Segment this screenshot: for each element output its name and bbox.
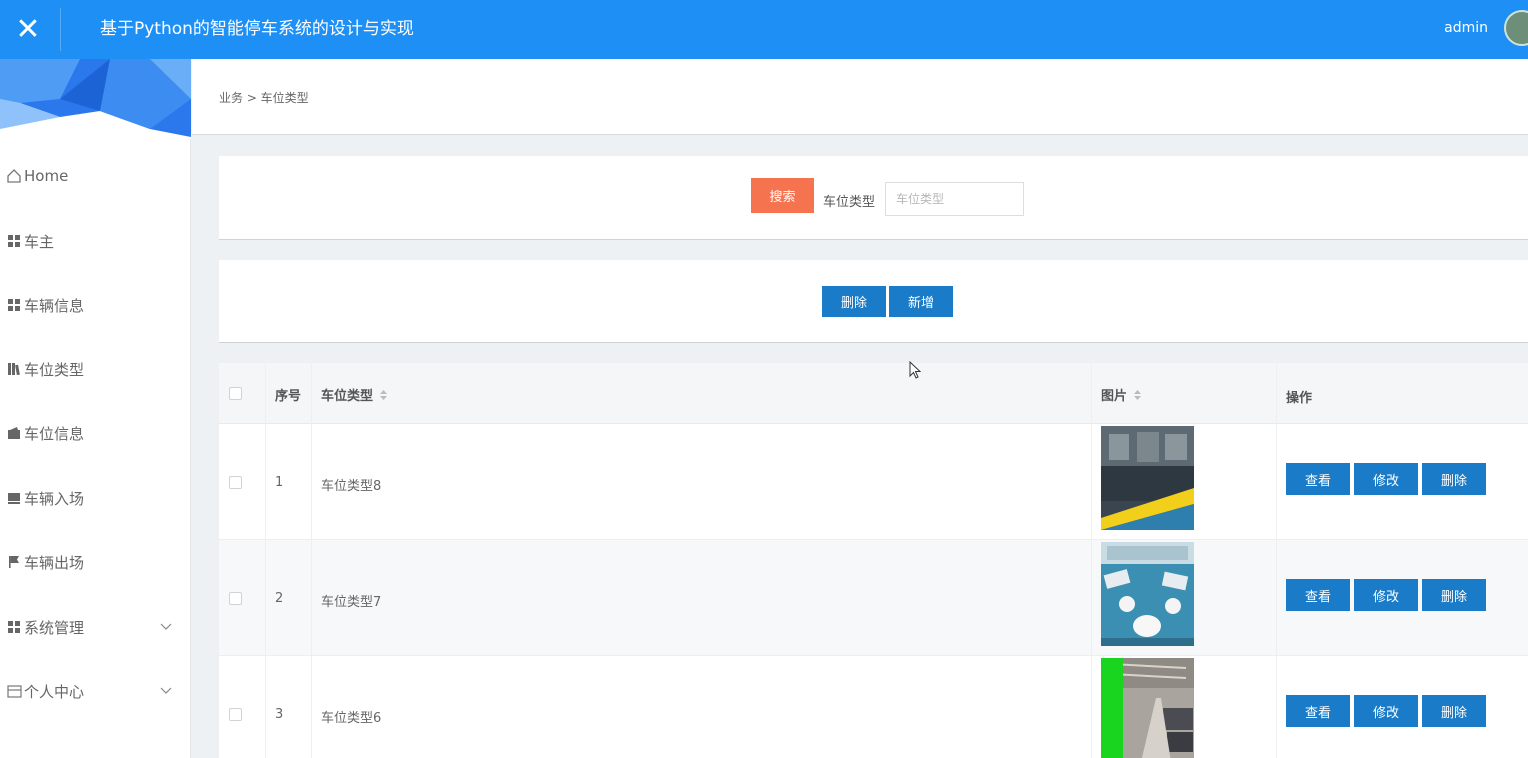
column-divider [1091,363,1092,758]
header-divider [60,8,61,51]
table-row: 2 车位类型7 查看 修改 删除 [219,540,1528,656]
sidebar-item-personal-center[interactable]: 个人中心 [0,671,191,711]
parking-illustration[interactable] [1101,542,1194,646]
sidebar-item-system-management[interactable]: 系统管理 [0,607,191,647]
grid-icon [5,232,23,250]
breadcrumb-bar: 业务 > 车位类型 [192,59,1528,135]
sidebar-item-vehicle-entry[interactable]: 车辆入场 [0,478,191,518]
sidebar-banner [0,59,191,139]
card-icon [5,682,23,700]
sort-icon[interactable] [379,389,388,401]
column-header-index: 序号 [275,385,301,404]
breadcrumb: 业务 > 车位类型 [219,91,309,105]
row-checkbox[interactable] [229,476,242,489]
edit-button[interactable]: 修改 [1354,463,1418,495]
select-all-checkbox[interactable] [229,387,242,400]
column-header-image[interactable]: 图片 [1101,385,1142,404]
view-button[interactable]: 查看 [1286,579,1350,611]
search-button[interactable]: 搜索 [751,178,814,213]
table-row: 3 车位类型6 查看 修改 删除 [219,656,1528,758]
sidebar: Home 车主 车辆信息 车位类型 车位信息 车辆入场 车辆出场 系统管理 个人… [0,59,191,758]
mouse-cursor-icon [909,361,921,379]
wallet-icon [5,424,23,442]
column-divider [265,363,266,758]
view-button[interactable]: 查看 [1286,463,1350,495]
garage-photo[interactable] [1101,658,1194,758]
column-header-label: 车位类型 [321,389,374,404]
action-panel: 删除 新增 [219,260,1528,343]
delete-button[interactable]: 删除 [1422,463,1486,495]
column-header-label: 图片 [1101,389,1128,404]
row-index: 3 [275,707,284,722]
grid-icon [5,296,23,314]
row-checkbox[interactable] [229,592,242,605]
row-index: 1 [275,475,284,490]
table-header: 序号 车位类型 图片 操作 [219,363,1528,424]
top-bar: ✕ 基于Python的智能停车系统的设计与实现 admin [0,0,1528,59]
batch-delete-button[interactable]: 删除 [822,286,886,317]
edit-button[interactable]: 修改 [1354,579,1418,611]
sidebar-item-label: 车辆入场 [24,489,85,508]
row-checkbox[interactable] [229,708,242,721]
row-space-type: 车位类型6 [321,711,382,726]
app-title: 基于Python的智能停车系统的设计与实现 [100,19,414,39]
sidebar-item-label: 车辆出场 [24,553,85,572]
row-space-type: 车位类型7 [321,595,382,610]
delete-button[interactable]: 删除 [1422,695,1486,727]
sort-icon[interactable] [1133,389,1142,401]
chevron-down-icon[interactable] [159,683,173,697]
sidebar-item-owner[interactable]: 车主 [0,221,191,261]
close-icon[interactable]: ✕ [0,0,56,59]
books-icon [5,360,23,378]
flag-icon [5,553,23,571]
parking-lot-photo[interactable] [1101,426,1194,530]
sidebar-item-label: 车位信息 [24,424,85,443]
sidebar-item-label: 系统管理 [24,618,85,637]
search-input[interactable] [885,182,1024,216]
table-row: 1 车位类型8 查看 修改 删除 [219,424,1528,540]
username[interactable]: admin [1444,0,1488,56]
avatar[interactable] [1504,10,1528,46]
row-space-type: 车位类型8 [321,479,382,494]
column-header-label: 序号 [275,389,302,404]
column-header-label: 操作 [1286,391,1313,406]
delete-button[interactable]: 删除 [1422,579,1486,611]
column-divider [1276,363,1277,758]
sidebar-item-vehicle-info[interactable]: 车辆信息 [0,285,191,325]
column-header-type[interactable]: 车位类型 [321,385,388,404]
sidebar-item-label: 车位类型 [24,360,85,379]
sidebar-item-vehicle-exit[interactable]: 车辆出场 [0,542,191,582]
sidebar-item-label: 个人中心 [24,682,85,701]
grid-icon [5,618,23,636]
home-icon [5,167,23,185]
sidebar-item-home[interactable]: Home [0,156,191,196]
column-divider [311,363,312,758]
view-button[interactable]: 查看 [1286,695,1350,727]
sidebar-item-space-info[interactable]: 车位信息 [0,413,191,453]
archive-icon [5,489,23,507]
sidebar-item-label: 车辆信息 [24,296,85,315]
search-field-label: 车位类型 [823,195,876,210]
data-table: 序号 车位类型 图片 操作 1 车位类型8 查看 修改 删除 2 车位类型7 查… [219,363,1528,758]
chevron-down-icon[interactable] [159,619,173,633]
row-index: 2 [275,591,284,606]
sidebar-item-space-type[interactable]: 车位类型 [0,349,191,389]
sidebar-item-label: 车主 [24,232,55,251]
edit-button[interactable]: 修改 [1354,695,1418,727]
sidebar-item-label: Home [24,167,69,185]
add-button[interactable]: 新增 [889,286,953,317]
search-panel: 搜索 车位类型 [219,156,1528,240]
column-header-actions: 操作 [1286,387,1312,406]
